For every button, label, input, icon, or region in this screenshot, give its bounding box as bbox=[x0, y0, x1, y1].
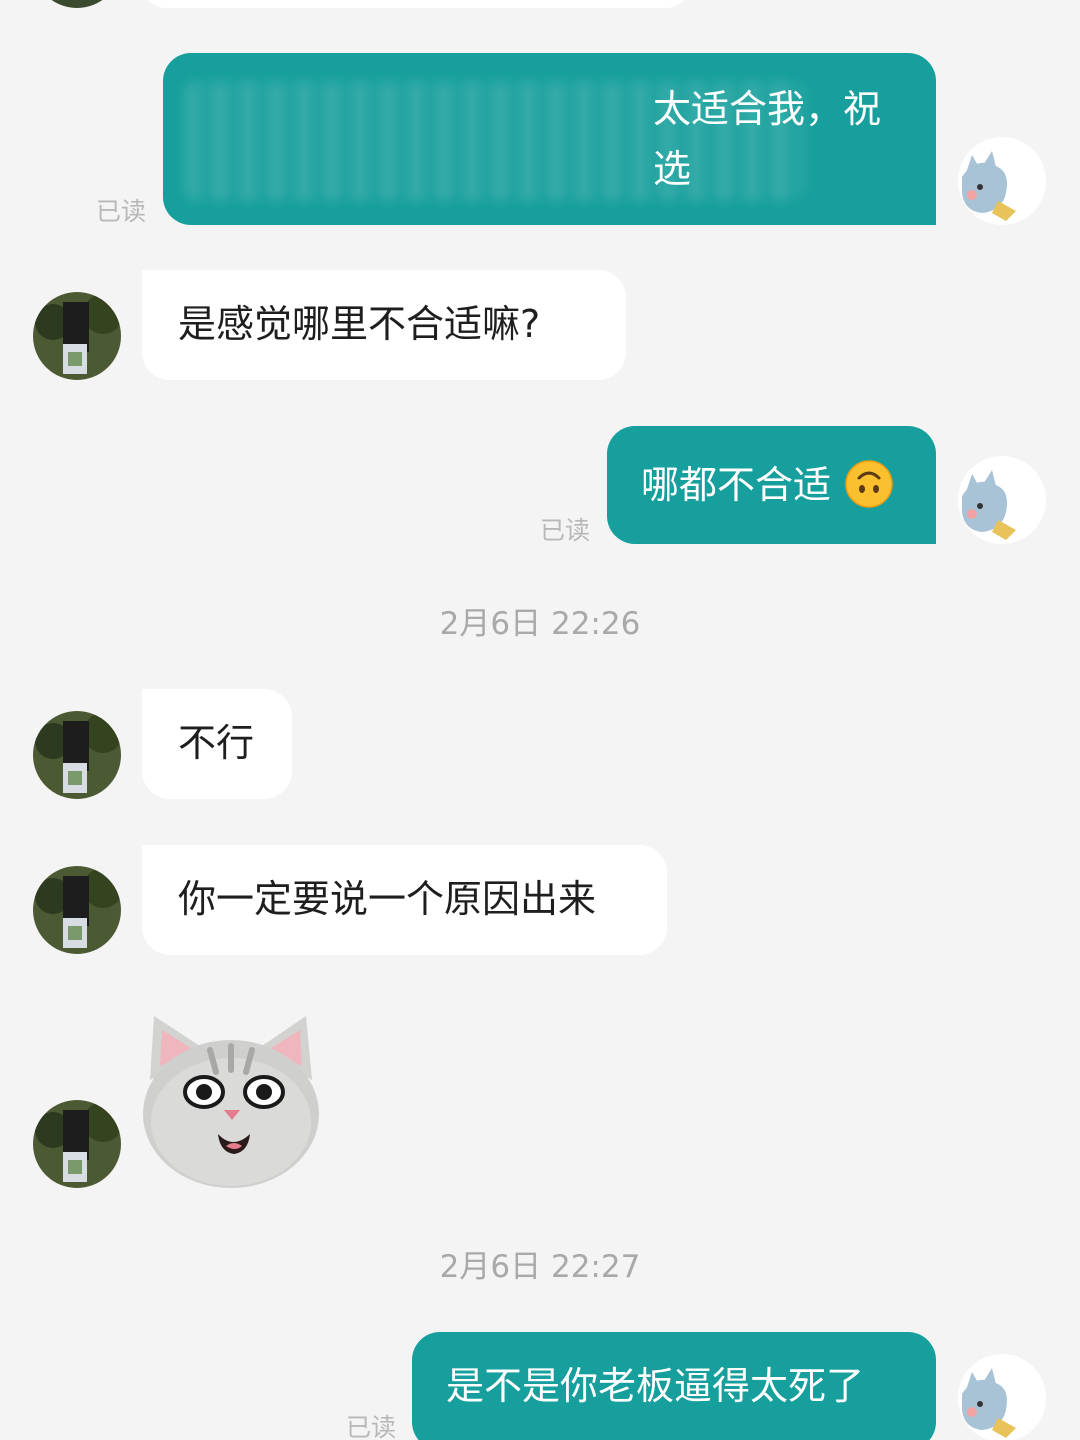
person-photo-avatar-icon bbox=[33, 292, 121, 380]
chat-window: 太适合我，祝 选 已读 是感觉哪里不合适嘛? 哪都不合适 已读 2月6日 22:… bbox=[0, 0, 1080, 1440]
person-photo-avatar-icon bbox=[33, 866, 121, 954]
message-text: 哪都不合适 bbox=[641, 463, 832, 507]
contact-avatar[interactable] bbox=[33, 1100, 121, 1188]
person-photo-avatar-icon bbox=[33, 1100, 121, 1188]
self-avatar[interactable] bbox=[958, 137, 1046, 225]
person-photo-avatar-icon bbox=[33, 711, 121, 799]
message-text: 是感觉哪里不合适嘛? bbox=[178, 302, 541, 346]
contact-avatar[interactable] bbox=[33, 0, 121, 8]
incoming-message-2[interactable]: 是感觉哪里不合适嘛? bbox=[142, 270, 626, 380]
incoming-message-4[interactable]: 不行 bbox=[142, 689, 292, 799]
incoming-message-partial[interactable] bbox=[142, 0, 690, 8]
cartoon-animal-avatar-icon bbox=[958, 456, 1046, 544]
outgoing-message-1[interactable]: 太适合我，祝 选 bbox=[163, 53, 936, 225]
outgoing-message-3[interactable]: 哪都不合适 bbox=[607, 426, 936, 544]
message-text: 你一定要说一个原因出来 bbox=[178, 877, 597, 921]
timestamp: 2月6日 22:27 bbox=[439, 1249, 641, 1285]
contact-avatar[interactable] bbox=[33, 711, 121, 799]
message-text: 不行 bbox=[178, 721, 255, 765]
message-text-line2: 选 bbox=[653, 147, 692, 191]
cartoon-animal-avatar-icon bbox=[958, 137, 1046, 225]
contact-avatar[interactable] bbox=[33, 866, 121, 954]
cat-face-sticker[interactable] bbox=[140, 1010, 322, 1192]
cartoon-animal-avatar-icon bbox=[958, 1354, 1046, 1440]
self-avatar[interactable] bbox=[958, 456, 1046, 544]
cat-face-sticker-icon bbox=[143, 1016, 319, 1188]
timestamp: 2月6日 22:26 bbox=[439, 606, 641, 642]
read-receipt: 已读 bbox=[540, 516, 591, 545]
outgoing-message-7[interactable]: 是不是你老板逼得太死了 bbox=[412, 1332, 936, 1440]
message-text: 是不是你老板逼得太死了 bbox=[446, 1364, 865, 1408]
incoming-message-5[interactable]: 你一定要说一个原因出来 bbox=[142, 845, 667, 955]
message-text-line1: 太适合我，祝 bbox=[653, 87, 882, 131]
contact-avatar[interactable] bbox=[33, 292, 121, 380]
upside-down-face-icon bbox=[845, 460, 893, 508]
read-receipt: 已读 bbox=[96, 197, 147, 226]
read-receipt: 已读 bbox=[346, 1413, 397, 1440]
self-avatar[interactable] bbox=[958, 1354, 1046, 1440]
